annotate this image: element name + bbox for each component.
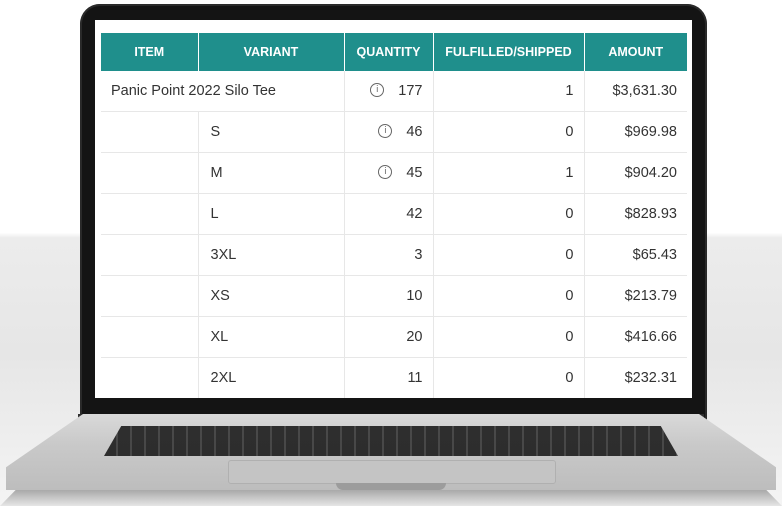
variant-item-cell (101, 152, 199, 194)
product-fulfilled: 1 (433, 71, 585, 112)
variant-item-cell (101, 234, 199, 276)
variant-quantity: 46 (406, 124, 423, 140)
variant-quantity: 3 (414, 247, 423, 263)
variant-quantity: 20 (406, 329, 423, 345)
variant-quantity-cell: 3 (344, 234, 434, 276)
info-icon[interactable]: i (370, 83, 385, 97)
laptop-notch (336, 483, 446, 490)
variant-row[interactable]: Mi 45 1 $904.20 (101, 152, 687, 194)
variant-name: L (198, 193, 345, 235)
product-quantity: 177 (398, 83, 423, 99)
variant-fulfilled: 0 (433, 275, 585, 317)
variant-row[interactable]: 3XL 3 0 $65.43 (101, 234, 687, 276)
variant-item-cell (101, 111, 199, 153)
variant-row[interactable]: XL 20 0 $416.66 (101, 316, 687, 358)
header-item[interactable]: ITEM (101, 33, 199, 71)
variant-amount: $828.93 (584, 193, 687, 235)
variant-item-cell (101, 357, 199, 398)
header-fulfilled-shipped[interactable]: FULFILLED/SHIPPED (433, 33, 585, 71)
variant-name: M (198, 152, 345, 194)
variant-name: XL (198, 316, 345, 358)
table-header-row: ITEM VARIANT QUANTITY FULFILLED/SHIPPED … (101, 33, 687, 71)
variant-amount: $904.20 (584, 152, 687, 194)
variant-name: XS (198, 275, 345, 317)
variant-item-cell (101, 193, 199, 235)
variant-fulfilled: 0 (433, 111, 585, 153)
variant-name: S (198, 111, 345, 153)
variant-row[interactable]: 2XL 11 0 $232.31 (101, 357, 687, 398)
variant-row[interactable]: XS 10 0 $213.79 (101, 275, 687, 317)
product-quantity-cell: i 177 (344, 71, 434, 112)
variant-quantity: 42 (406, 206, 423, 222)
variant-fulfilled: 0 (433, 316, 585, 358)
header-quantity[interactable]: QUANTITY (344, 33, 434, 71)
variant-quantity: 11 (407, 370, 423, 386)
variant-row[interactable]: L 42 0 $828.93 (101, 193, 687, 235)
variant-quantity-cell: 10 (344, 275, 434, 317)
variant-quantity-cell: i 45 (344, 152, 434, 194)
info-icon[interactable]: i (378, 165, 393, 179)
variant-name: 3XL (198, 234, 345, 276)
laptop-screen: ITEM VARIANT QUANTITY FULFILLED/SHIPPED … (95, 20, 692, 398)
variant-amount: $969.98 (584, 111, 687, 153)
header-variant[interactable]: VARIANT (198, 33, 345, 71)
variant-amount: $65.43 (584, 234, 687, 276)
variant-quantity-cell: 20 (344, 316, 434, 358)
variant-quantity-cell: 11 (344, 357, 434, 398)
variant-fulfilled: 0 (433, 234, 585, 276)
variant-amount: $232.31 (584, 357, 687, 398)
variant-quantity-cell: 42 (344, 193, 434, 235)
variant-fulfilled: 0 (433, 193, 585, 235)
variant-name: 2XL (198, 357, 345, 398)
header-amount[interactable]: AMOUNT (584, 33, 687, 71)
variant-quantity: 10 (406, 288, 423, 304)
variant-item-cell (101, 316, 199, 358)
laptop-trackpad (228, 460, 556, 484)
variant-fulfilled: 1 (433, 152, 585, 194)
variant-amount: $416.66 (584, 316, 687, 358)
product-row[interactable]: Panic Point 2022 Silo Tee i 177 1 $3,631… (101, 71, 687, 112)
variant-amount: $213.79 (584, 275, 687, 317)
orders-table: ITEM VARIANT QUANTITY FULFILLED/SHIPPED … (101, 33, 687, 398)
variant-item-cell (101, 275, 199, 317)
product-name: Panic Point 2022 Silo Tee (101, 71, 276, 112)
variant-row[interactable]: Si 46 0 $969.98 (101, 111, 687, 153)
info-icon[interactable]: i (378, 124, 393, 138)
variant-quantity: 45 (406, 165, 423, 181)
laptop-front-edge (0, 490, 782, 506)
variant-fulfilled: 0 (433, 357, 585, 398)
variant-quantity-cell: i 46 (344, 111, 434, 153)
laptop-keyboard (104, 426, 678, 456)
product-amount: $3,631.30 (584, 71, 687, 112)
